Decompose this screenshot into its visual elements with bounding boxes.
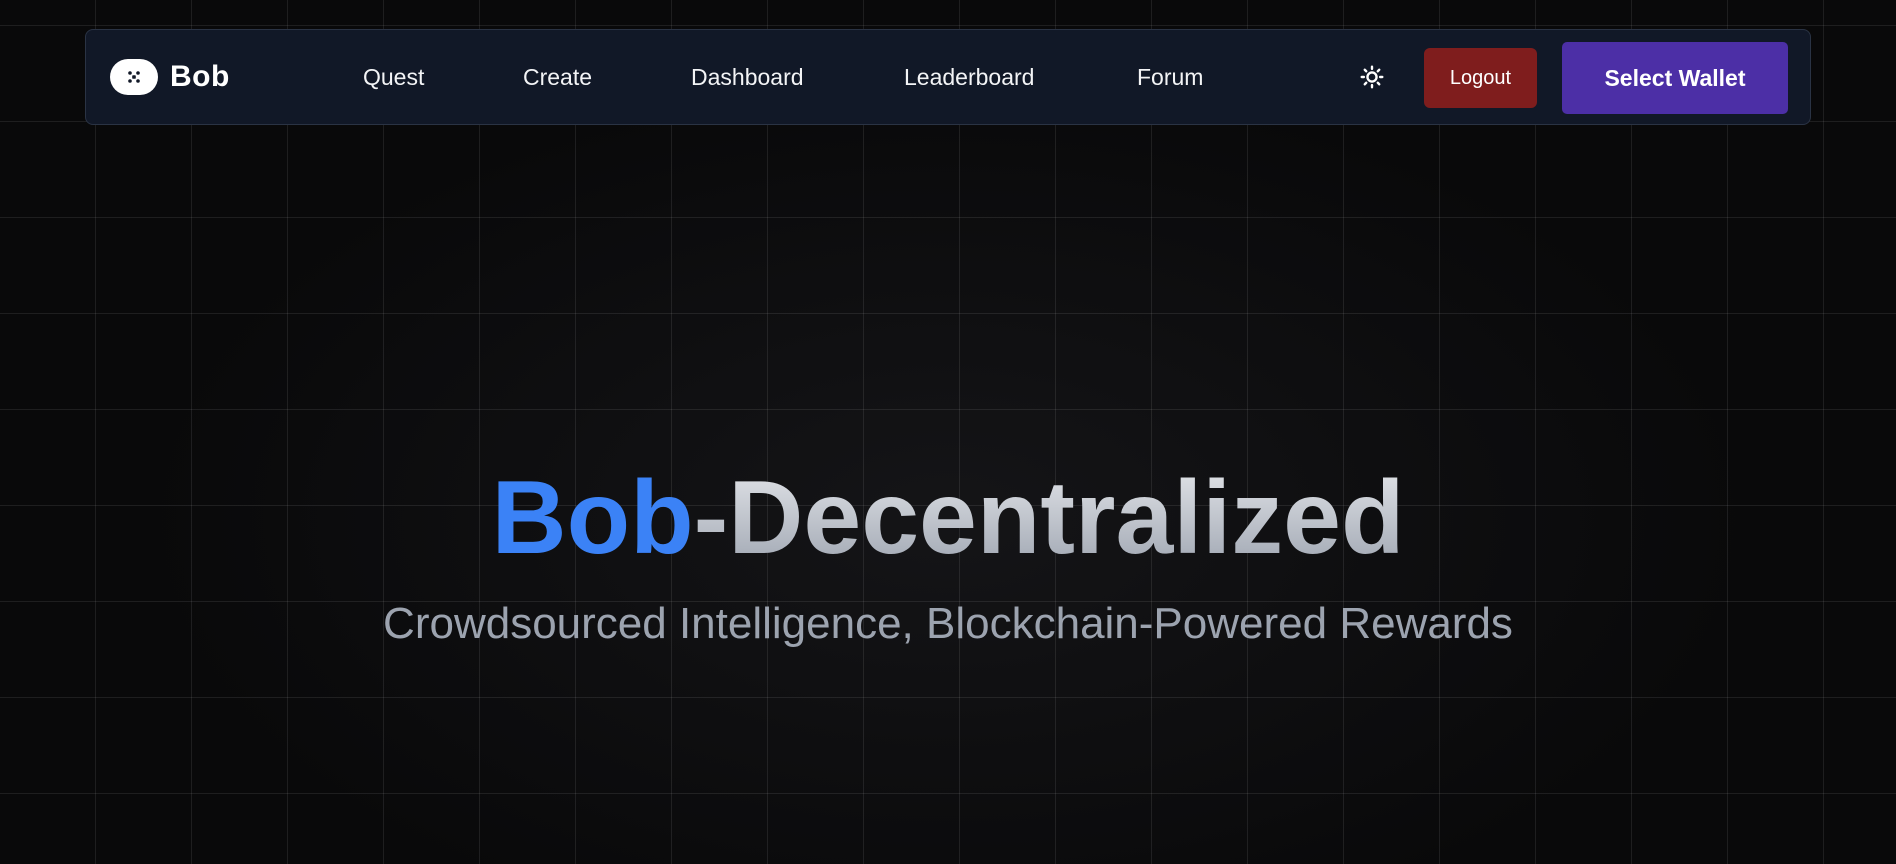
hero-title-accent: Bob — [491, 460, 694, 576]
nav-link-quest[interactable]: Quest — [363, 30, 424, 124]
nav-link-create[interactable]: Create — [523, 30, 592, 124]
nav-link-leaderboard[interactable]: Leaderboard — [904, 30, 1034, 124]
brand[interactable]: Bob — [110, 30, 230, 124]
hero-title-rest: -Decentralized — [693, 460, 1405, 576]
hero-subtitle: Crowdsourced Intelligence, Blockchain-Po… — [383, 599, 1513, 648]
logout-button[interactable]: Logout — [1424, 48, 1537, 108]
hero-title: Bob-Decentralized — [0, 460, 1896, 576]
top-navbar: Bob Quest Create Dashboard Leaderboard F… — [85, 29, 1811, 125]
nav-link-dashboard[interactable]: Dashboard — [691, 30, 804, 124]
page: Bob Quest Create Dashboard Leaderboard F… — [0, 0, 1896, 864]
brand-name: Bob — [170, 60, 230, 93]
background-grid — [0, 0, 1896, 864]
select-wallet-button[interactable]: Select Wallet — [1562, 42, 1788, 114]
sun-icon — [1360, 65, 1384, 89]
theme-toggle-button[interactable] — [1356, 61, 1388, 93]
robot-face-icon — [110, 59, 158, 95]
nav-link-forum[interactable]: Forum — [1137, 30, 1203, 124]
